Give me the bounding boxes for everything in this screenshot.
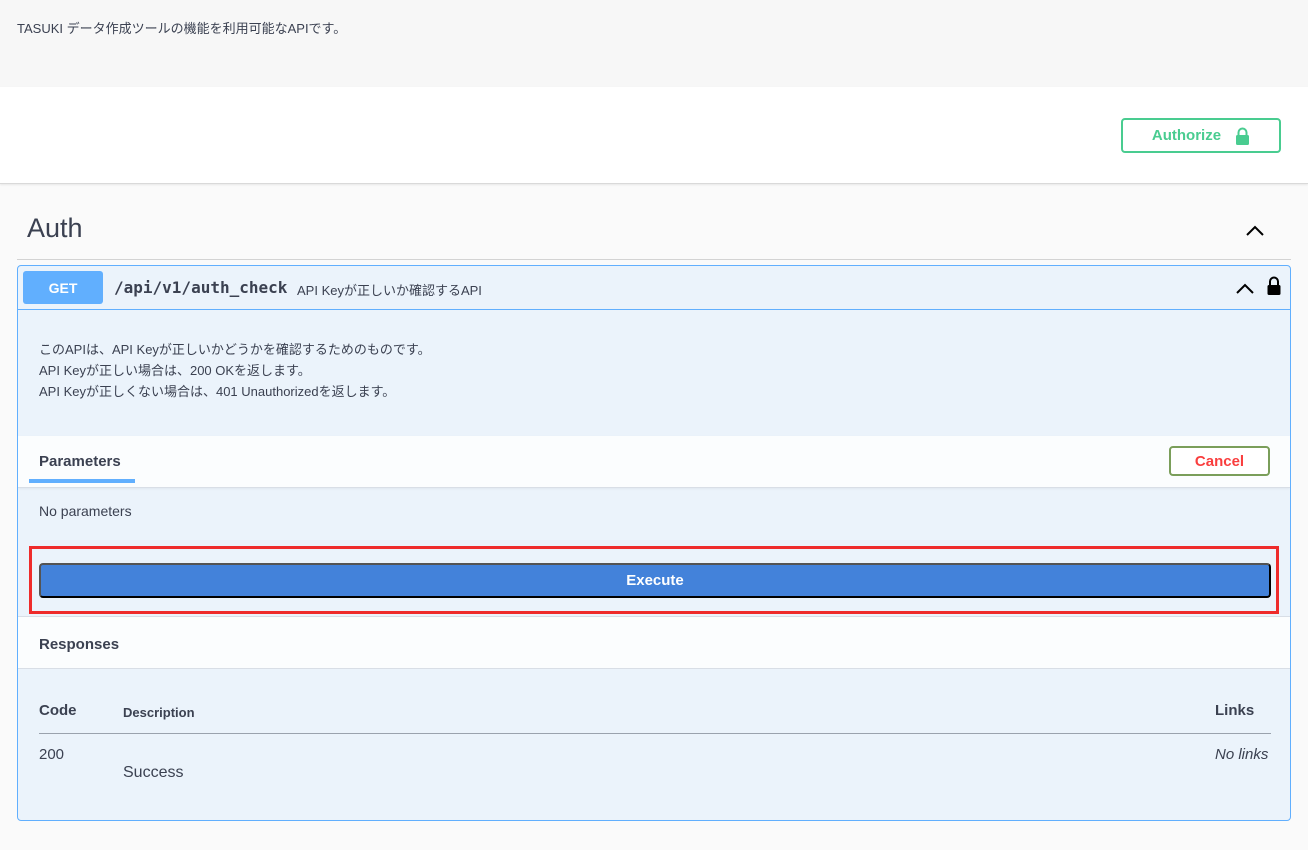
parameters-header: Parameters Cancel: [18, 436, 1290, 488]
authorize-label: Authorize: [1151, 127, 1222, 144]
response-description: Success: [123, 764, 184, 781]
lock-icon: [1236, 127, 1250, 145]
response-links: No links: [1215, 746, 1269, 763]
auth-wrapper: Authorize: [0, 87, 1308, 184]
responses-header: Responses: [18, 616, 1290, 669]
response-code: 200: [39, 746, 65, 763]
lock-icon[interactable]: [1267, 276, 1281, 296]
chevron-up-icon[interactable]: [1244, 222, 1266, 238]
description-line: API Keyが正しい場合は、200 OKを返します。: [39, 363, 311, 378]
chevron-up-icon[interactable]: [1235, 281, 1255, 295]
column-header-code: Code: [39, 702, 77, 719]
operation-summary-text: API Keyが正しいか確認するAPI: [297, 283, 482, 298]
execute-button[interactable]: Execute: [39, 563, 1271, 598]
operation-summary[interactable]: GET /api/v1/auth_check API Keyが正しいか確認するA…: [18, 266, 1290, 310]
api-info-section: TASUKI データ作成ツールの機能を利用可能なAPIです。: [0, 0, 1308, 87]
operation-block: GET /api/v1/auth_check API Keyが正しいか確認するA…: [17, 265, 1291, 821]
method-badge: GET: [23, 271, 103, 304]
no-parameters-text: No parameters: [39, 503, 132, 519]
description-line: API Keyが正しくない場合は、401 Unauthorizedを返します。: [39, 384, 396, 399]
table-divider: [39, 733, 1271, 734]
cancel-button[interactable]: Cancel: [1169, 446, 1270, 476]
api-description: TASUKI データ作成ツールの機能を利用可能なAPIです。: [17, 21, 347, 36]
column-header-links: Links: [1215, 702, 1255, 719]
responses-title: Responses: [39, 636, 120, 653]
authorize-button[interactable]: Authorize: [1121, 118, 1281, 153]
operation-path: /api/v1/auth_check: [114, 278, 288, 297]
operation-description: このAPIは、API Keyが正しいかどうかを確認するためのものです。 API …: [39, 339, 431, 402]
tab-parameters[interactable]: Parameters: [39, 453, 121, 470]
description-line: このAPIは、API Keyが正しいかどうかを確認するためのものです。: [39, 342, 431, 357]
column-header-description: Description: [123, 705, 195, 720]
tab-active-indicator: [29, 479, 135, 483]
tag-divider: [17, 259, 1291, 260]
tag-title[interactable]: Auth: [27, 213, 83, 244]
